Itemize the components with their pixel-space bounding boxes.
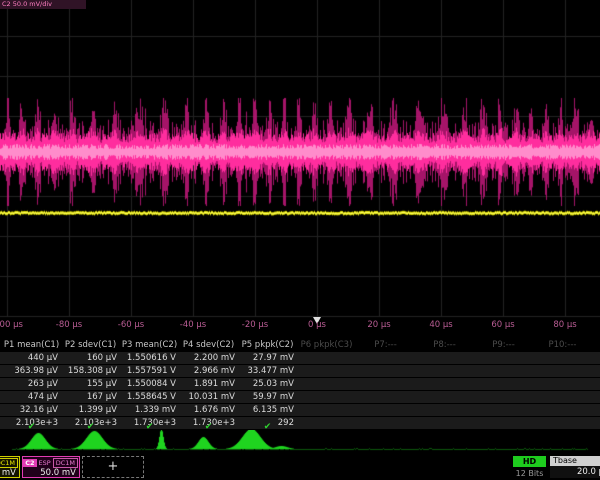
c2-channel-chip: C2 <box>23 459 36 467</box>
time-tick-label: -80 µs <box>45 320 93 330</box>
time-tick-label: 60 µs <box>479 320 527 330</box>
measure-param-header[interactable]: P <box>592 339 600 351</box>
measure-value-cell: 25.03 mV <box>238 378 294 390</box>
measure-value-cell: 1.550616 V <box>120 352 176 364</box>
measure-param-header[interactable]: P3 mean(C2) <box>120 339 179 351</box>
measure-value-cell: 1.557591 V <box>120 365 176 377</box>
measure-value-cell: 59.97 mV <box>238 391 294 403</box>
measure-value-cell: 1.550084 V <box>120 378 176 390</box>
measure-value-cell: 1.891 mV <box>179 378 235 390</box>
measure-param-header[interactable]: P4 sdev(C2) <box>179 339 238 351</box>
measure-value-cell: 158.308 µV <box>61 365 117 377</box>
measure-table: P1 mean(C1)P2 sdev(C1)P3 mean(C2)P4 sdev… <box>0 338 600 434</box>
measure-value-cell: 1.676 mV <box>179 404 235 416</box>
time-tick-label: 0 µs <box>293 320 341 330</box>
add-trace-button[interactable]: + <box>82 456 144 478</box>
measure-param-header[interactable]: P7:--- <box>356 339 415 351</box>
measurement-histicon-strip <box>0 430 600 454</box>
measure-table-row: 263 µV155 µV1.550084 V1.891 mV25.03 mV <box>0 378 600 391</box>
time-tick-label: -40 µs <box>169 320 217 330</box>
measure-value-cell: 6.135 mV <box>238 404 294 416</box>
timebase-value: 20.0 µ <box>550 467 600 477</box>
measure-param-header[interactable]: P5 pkpk(C2) <box>238 339 297 351</box>
oscilloscope-screen: C2 50.0 mV/div -100 µs -80 µs -60 µs -40 µs… <box>0 0 600 480</box>
time-tick-label: 40 µs <box>417 320 465 330</box>
measure-value-cell: 155 µV <box>61 378 117 390</box>
measure-value-cell: 2.200 mV <box>179 352 235 364</box>
channel-descriptor-c2[interactable]: C2 ESP DC1M 50.0 mV <box>22 456 80 478</box>
measure-value-cell: 27.97 mV <box>238 352 294 364</box>
measure-table-row: 32.16 µV1.399 µV1.339 mV1.676 mV6.135 mV <box>0 404 600 417</box>
measure-value-cell: 2.966 mV <box>179 365 235 377</box>
time-tick-label: -20 µs <box>231 320 279 330</box>
measure-value-cell: 363.98 µV <box>2 365 58 377</box>
measure-param-header[interactable]: P1 mean(C1) <box>2 339 61 351</box>
measure-value-cell: 440 µV <box>2 352 58 364</box>
measure-param-header[interactable]: P10:--- <box>533 339 592 351</box>
measure-value-cell: 160 µV <box>61 352 117 364</box>
timebase-title: Tbase <box>550 456 600 466</box>
c2-tags: C2 ESP DC1M <box>24 458 78 467</box>
channel-descriptor-c1[interactable]: C1 DC1M 0 mV <box>0 456 20 478</box>
hd-mode-badge[interactable]: HD <box>513 456 546 467</box>
measure-value-cell: 1.399 µV <box>61 404 117 416</box>
measure-value-cell: 1.339 mV <box>120 404 176 416</box>
time-tick-label: 80 µs <box>541 320 589 330</box>
measure-value-cell: 263 µV <box>2 378 58 390</box>
c1-volts-per-div: 0 mV <box>0 468 16 478</box>
c2-esp-tag: ESP <box>39 459 51 467</box>
measure-table-row: 440 µV160 µV1.550616 V2.200 mV27.97 mV <box>0 352 600 365</box>
hd-bits-label: 12 Bits <box>509 469 550 478</box>
waveform-display[interactable] <box>0 0 600 318</box>
c1-coupling-chip: DC1M <box>0 458 18 468</box>
time-tick-label: 20 µs <box>355 320 403 330</box>
measure-param-header[interactable]: P2 sdev(C1) <box>61 339 120 351</box>
measure-table-row: 363.98 µV158.308 µV1.557591 V2.966 mV33.… <box>0 365 600 378</box>
measure-param-header[interactable]: P6 pkpk(C3) <box>297 339 356 351</box>
measure-value-cell: 167 µV <box>61 391 117 403</box>
timebase-descriptor[interactable]: Tbase 20.0 µ <box>550 456 600 478</box>
measure-table-header-row: P1 mean(C1)P2 sdev(C1)P3 mean(C2)P4 sdev… <box>0 339 600 351</box>
c2-volts-per-div: 50.0 mV <box>24 468 76 478</box>
measure-value-cell: 33.477 mV <box>238 365 294 377</box>
time-axis: -100 µs -80 µs -60 µs -40 µs -20 µs 0 µs 20 µs… <box>0 318 600 333</box>
time-tick-label: -100 µs <box>0 320 31 330</box>
trace-annotation-label: C2 50.0 mV/div <box>0 0 86 9</box>
measure-value-cell: 474 µV <box>2 391 58 403</box>
c2-coupling-chip: DC1M <box>53 458 78 468</box>
measure-value-cell: 32.16 µV <box>2 404 58 416</box>
measure-value-cell: 10.031 mV <box>179 391 235 403</box>
measure-value-cell: 1.558645 V <box>120 391 176 403</box>
time-tick-label: -60 µs <box>107 320 155 330</box>
c1-tags: C1 DC1M <box>0 458 18 467</box>
plus-icon: + <box>108 459 119 474</box>
measure-table-row: 474 µV167 µV1.558645 V10.031 mV59.97 mV <box>0 391 600 404</box>
measure-param-header[interactable]: P9:--- <box>474 339 533 351</box>
measure-param-header[interactable]: P8:--- <box>415 339 474 351</box>
